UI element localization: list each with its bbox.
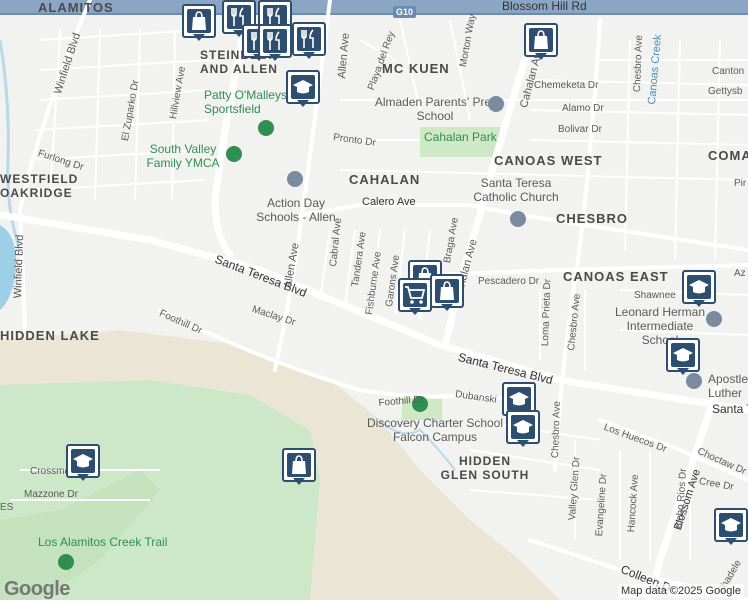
street-label: Alamo Dr (562, 103, 604, 114)
neighborhood-label: ALAMITOS (38, 0, 114, 15)
shopping-cart-icon (405, 286, 426, 304)
park-icon[interactable] (226, 146, 242, 162)
school-pin[interactable] (714, 508, 748, 545)
neighborhood-label: CANOAS EAST (563, 269, 669, 284)
shopping-bag-icon (192, 11, 206, 30)
street-label: Santa Te (712, 402, 748, 416)
restaurant-icon (301, 29, 314, 48)
restaurant-pin[interactable] (292, 22, 326, 59)
school-pin[interactable] (682, 270, 716, 307)
graduation-cap-icon (721, 518, 741, 532)
school-pin[interactable] (666, 338, 700, 375)
street-label: Az (734, 268, 746, 279)
street-label: Shawnee (634, 290, 676, 301)
shopping-bag-icon (440, 281, 454, 300)
street-label: ES (0, 502, 14, 513)
street-label: Chemeketa Dr (534, 80, 599, 91)
poi-label[interactable]: Cahalan Park (424, 130, 497, 144)
graduation-cap-icon (293, 80, 313, 94)
neighborhood-label: HIDDEN LAKE (0, 328, 100, 343)
neighborhood-label: HIDDEN GLEN SOUTH (440, 454, 530, 482)
street-label: Bolivar Dr (558, 124, 602, 135)
restaurant-pin[interactable] (258, 24, 292, 61)
neighborhood-label: CANOAS WEST (494, 153, 603, 168)
shopping-bag-pin[interactable] (282, 448, 316, 485)
graduation-cap-icon (509, 392, 529, 406)
school-pin[interactable] (286, 70, 320, 107)
poi-label[interactable]: Action Day Schools - Allen (256, 196, 336, 224)
graduation-cap-icon (513, 420, 533, 434)
shopping-bag-pin[interactable] (182, 4, 216, 41)
neighborhood-label: WESTFIELD OAKRIDGE (0, 172, 79, 200)
school-icon[interactable] (706, 311, 722, 327)
church-icon[interactable] (686, 373, 702, 389)
grocery-pin[interactable] (398, 278, 432, 315)
street-label: Pir (734, 178, 747, 189)
shopping-bag-pin[interactable] (524, 23, 558, 60)
street-label: Canton (712, 66, 745, 77)
restaurant-icon (267, 31, 280, 50)
school-icon[interactable] (488, 96, 504, 112)
poi-label[interactable]: Apostles Luther (708, 372, 748, 400)
tree-icon[interactable] (58, 554, 74, 570)
street-label: Chesbro Ave (550, 400, 563, 459)
street-label: Winfield Blvd (12, 234, 27, 299)
highway-shield: G10 (393, 6, 417, 18)
shopping-bag-pin[interactable] (430, 274, 464, 311)
map-attribution[interactable]: Map data ©2025 Google (617, 584, 744, 598)
graduation-cap-icon (73, 454, 93, 468)
neighborhood-label: CHESBRO (556, 211, 629, 226)
shopping-bag-icon (292, 455, 306, 474)
poi-label[interactable]: Los Alamitos Creek Trail (38, 535, 167, 549)
church-icon[interactable] (510, 211, 526, 227)
poi-label[interactable]: Discovery Charter School Falcon Campus (365, 416, 505, 444)
neighborhood-label: CAHALAN (349, 172, 421, 187)
street-label: Pescadero Dr (478, 276, 540, 287)
neighborhood-label: MC KUEN (382, 61, 450, 76)
school-pin[interactable] (506, 410, 540, 447)
street-label: Chesbro Ave (632, 34, 645, 93)
street-label: Gettysb (708, 86, 743, 97)
street-label: Blossom Hill Rd (502, 0, 587, 13)
street-label: Loma Prieta Dr (540, 278, 554, 347)
poi-label[interactable]: South Valley Family YMCA (138, 142, 228, 170)
map-canvas[interactable]: G10 ALAMITOS STEINBECK AND ALLEN MC KUEN… (0, 0, 748, 600)
google-logo: Google (4, 578, 70, 600)
poi-label[interactable]: Santa Teresa Catholic Church (466, 176, 566, 204)
school-icon[interactable] (287, 171, 303, 187)
graduation-cap-icon (689, 280, 709, 294)
graduation-cap-icon (673, 348, 693, 362)
shopping-bag-icon (534, 30, 548, 49)
park-icon[interactable] (258, 120, 274, 136)
street-label: Mazzone Dr (24, 489, 78, 500)
street-label: Calero Ave (362, 196, 416, 208)
school-pin[interactable] (66, 444, 100, 481)
poi-label[interactable]: Almaden Parents' Pre-School (370, 95, 500, 123)
neighborhood-label: COMA (708, 148, 748, 163)
